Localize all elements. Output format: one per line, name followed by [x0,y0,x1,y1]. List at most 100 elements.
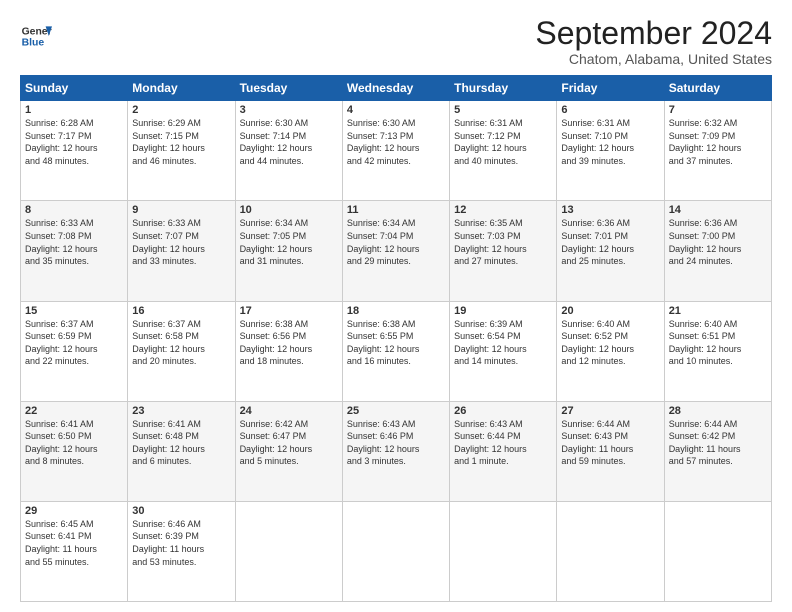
day-number: 19 [454,305,552,317]
day-info: Sunrise: 6:39 AM Sunset: 6:54 PM Dayligh… [454,318,552,368]
table-row: 20Sunrise: 6:40 AM Sunset: 6:52 PM Dayli… [557,301,664,401]
day-info: Sunrise: 6:31 AM Sunset: 7:10 PM Dayligh… [561,117,659,167]
table-row: 25Sunrise: 6:43 AM Sunset: 6:46 PM Dayli… [342,401,449,501]
day-number: 30 [132,505,230,517]
table-row: 10Sunrise: 6:34 AM Sunset: 7:05 PM Dayli… [235,201,342,301]
calendar-table: Sunday Monday Tuesday Wednesday Thursday… [20,75,772,602]
day-number: 25 [347,405,445,417]
table-row: 14Sunrise: 6:36 AM Sunset: 7:00 PM Dayli… [664,201,771,301]
table-row [450,501,557,601]
day-info: Sunrise: 6:41 AM Sunset: 6:50 PM Dayligh… [25,418,123,468]
table-row: 13Sunrise: 6:36 AM Sunset: 7:01 PM Dayli… [557,201,664,301]
day-number: 23 [132,405,230,417]
logo: General Blue [20,20,52,52]
day-info: Sunrise: 6:38 AM Sunset: 6:55 PM Dayligh… [347,318,445,368]
table-row: 30Sunrise: 6:46 AM Sunset: 6:39 PM Dayli… [128,501,235,601]
table-row: 17Sunrise: 6:38 AM Sunset: 6:56 PM Dayli… [235,301,342,401]
day-number: 7 [669,104,767,116]
table-row [235,501,342,601]
table-row: 7Sunrise: 6:32 AM Sunset: 7:09 PM Daylig… [664,101,771,201]
day-number: 16 [132,305,230,317]
day-number: 26 [454,405,552,417]
table-row [664,501,771,601]
calendar-header-row: Sunday Monday Tuesday Wednesday Thursday… [21,76,772,101]
table-row: 9Sunrise: 6:33 AM Sunset: 7:07 PM Daylig… [128,201,235,301]
day-info: Sunrise: 6:32 AM Sunset: 7:09 PM Dayligh… [669,117,767,167]
table-row: 28Sunrise: 6:44 AM Sunset: 6:42 PM Dayli… [664,401,771,501]
day-info: Sunrise: 6:36 AM Sunset: 7:01 PM Dayligh… [561,217,659,267]
table-row [342,501,449,601]
table-row: 26Sunrise: 6:43 AM Sunset: 6:44 PM Dayli… [450,401,557,501]
calendar-week-row: 22Sunrise: 6:41 AM Sunset: 6:50 PM Dayli… [21,401,772,501]
table-row: 11Sunrise: 6:34 AM Sunset: 7:04 PM Dayli… [342,201,449,301]
day-info: Sunrise: 6:35 AM Sunset: 7:03 PM Dayligh… [454,217,552,267]
day-info: Sunrise: 6:44 AM Sunset: 6:43 PM Dayligh… [561,418,659,468]
title-block: September 2024 Chatom, Alabama, United S… [535,16,772,67]
day-info: Sunrise: 6:34 AM Sunset: 7:04 PM Dayligh… [347,217,445,267]
day-info: Sunrise: 6:43 AM Sunset: 6:46 PM Dayligh… [347,418,445,468]
col-monday: Monday [128,76,235,101]
day-number: 9 [132,204,230,216]
table-row [557,501,664,601]
day-number: 10 [240,204,338,216]
col-thursday: Thursday [450,76,557,101]
day-info: Sunrise: 6:37 AM Sunset: 6:59 PM Dayligh… [25,318,123,368]
day-number: 5 [454,104,552,116]
day-number: 27 [561,405,659,417]
day-info: Sunrise: 6:30 AM Sunset: 7:14 PM Dayligh… [240,117,338,167]
calendar-week-row: 15Sunrise: 6:37 AM Sunset: 6:59 PM Dayli… [21,301,772,401]
table-row: 6Sunrise: 6:31 AM Sunset: 7:10 PM Daylig… [557,101,664,201]
table-row: 5Sunrise: 6:31 AM Sunset: 7:12 PM Daylig… [450,101,557,201]
day-number: 24 [240,405,338,417]
col-friday: Friday [557,76,664,101]
day-info: Sunrise: 6:44 AM Sunset: 6:42 PM Dayligh… [669,418,767,468]
table-row: 21Sunrise: 6:40 AM Sunset: 6:51 PM Dayli… [664,301,771,401]
day-number: 18 [347,305,445,317]
day-number: 6 [561,104,659,116]
table-row: 18Sunrise: 6:38 AM Sunset: 6:55 PM Dayli… [342,301,449,401]
calendar-week-row: 29Sunrise: 6:45 AM Sunset: 6:41 PM Dayli… [21,501,772,601]
day-number: 14 [669,204,767,216]
table-row: 1Sunrise: 6:28 AM Sunset: 7:17 PM Daylig… [21,101,128,201]
day-number: 17 [240,305,338,317]
table-row: 15Sunrise: 6:37 AM Sunset: 6:59 PM Dayli… [21,301,128,401]
day-info: Sunrise: 6:42 AM Sunset: 6:47 PM Dayligh… [240,418,338,468]
day-number: 13 [561,204,659,216]
header: General Blue September 2024 Chatom, Alab… [20,16,772,67]
day-info: Sunrise: 6:46 AM Sunset: 6:39 PM Dayligh… [132,518,230,568]
day-number: 20 [561,305,659,317]
day-number: 28 [669,405,767,417]
day-info: Sunrise: 6:45 AM Sunset: 6:41 PM Dayligh… [25,518,123,568]
table-row: 8Sunrise: 6:33 AM Sunset: 7:08 PM Daylig… [21,201,128,301]
day-number: 11 [347,204,445,216]
day-number: 2 [132,104,230,116]
logo-icon: General Blue [20,20,52,52]
day-number: 22 [25,405,123,417]
day-number: 4 [347,104,445,116]
day-info: Sunrise: 6:33 AM Sunset: 7:07 PM Dayligh… [132,217,230,267]
table-row: 3Sunrise: 6:30 AM Sunset: 7:14 PM Daylig… [235,101,342,201]
day-info: Sunrise: 6:36 AM Sunset: 7:00 PM Dayligh… [669,217,767,267]
table-row: 4Sunrise: 6:30 AM Sunset: 7:13 PM Daylig… [342,101,449,201]
table-row: 19Sunrise: 6:39 AM Sunset: 6:54 PM Dayli… [450,301,557,401]
table-row: 16Sunrise: 6:37 AM Sunset: 6:58 PM Dayli… [128,301,235,401]
col-tuesday: Tuesday [235,76,342,101]
day-number: 21 [669,305,767,317]
table-row: 27Sunrise: 6:44 AM Sunset: 6:43 PM Dayli… [557,401,664,501]
calendar-week-row: 1Sunrise: 6:28 AM Sunset: 7:17 PM Daylig… [21,101,772,201]
subtitle: Chatom, Alabama, United States [535,51,772,67]
day-info: Sunrise: 6:34 AM Sunset: 7:05 PM Dayligh… [240,217,338,267]
table-row: 23Sunrise: 6:41 AM Sunset: 6:48 PM Dayli… [128,401,235,501]
main-title: September 2024 [535,16,772,51]
day-info: Sunrise: 6:40 AM Sunset: 6:52 PM Dayligh… [561,318,659,368]
calendar-week-row: 8Sunrise: 6:33 AM Sunset: 7:08 PM Daylig… [21,201,772,301]
svg-text:Blue: Blue [22,38,45,49]
day-info: Sunrise: 6:41 AM Sunset: 6:48 PM Dayligh… [132,418,230,468]
day-info: Sunrise: 6:43 AM Sunset: 6:44 PM Dayligh… [454,418,552,468]
day-number: 29 [25,505,123,517]
day-number: 1 [25,104,123,116]
col-wednesday: Wednesday [342,76,449,101]
day-info: Sunrise: 6:33 AM Sunset: 7:08 PM Dayligh… [25,217,123,267]
day-info: Sunrise: 6:40 AM Sunset: 6:51 PM Dayligh… [669,318,767,368]
day-info: Sunrise: 6:38 AM Sunset: 6:56 PM Dayligh… [240,318,338,368]
